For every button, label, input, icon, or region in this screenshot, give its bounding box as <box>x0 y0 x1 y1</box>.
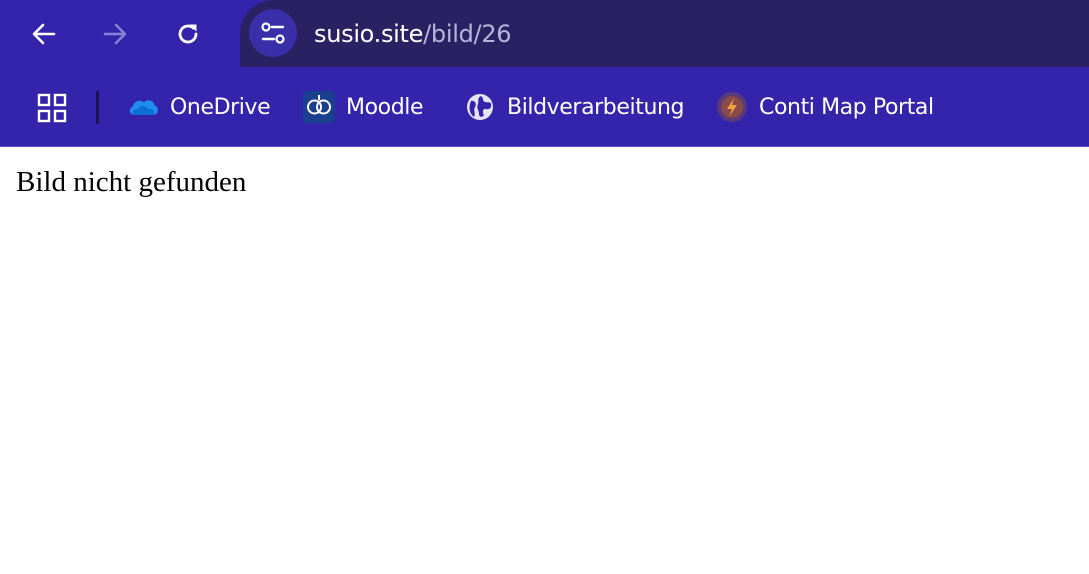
apps-grid-icon <box>37 93 67 123</box>
bookmark-onedrive[interactable]: OneDrive <box>126 89 271 125</box>
back-button[interactable] <box>22 12 66 56</box>
browser-toolbar: susio.site/bild/26 <box>0 0 1089 67</box>
bookmark-conti-map-portal[interactable]: Conti Map Portal <box>715 89 934 125</box>
url-host: susio.site <box>314 20 424 48</box>
arrow-right-icon <box>103 23 127 45</box>
bookmark-label: Conti Map Portal <box>759 94 934 120</box>
onedrive-icon <box>126 90 160 124</box>
arrow-left-icon <box>32 23 56 45</box>
bookmarks-divider <box>96 91 99 124</box>
bookmark-label: Bildverarbeitung <box>507 94 685 120</box>
bookmark-label: OneDrive <box>170 94 271 120</box>
reload-button[interactable] <box>166 12 210 56</box>
bookmark-bildverarbeitung[interactable]: Bildverarbeitung <box>463 89 685 125</box>
moodle-icon <box>302 90 336 124</box>
reload-icon <box>178 24 198 44</box>
address-bar[interactable]: susio.site/bild/26 <box>240 0 1089 67</box>
url-text[interactable]: susio.site/bild/26 <box>314 18 512 50</box>
conti-map-icon <box>715 90 749 124</box>
forward-button[interactable] <box>93 12 137 56</box>
globe-icon <box>463 90 497 124</box>
page-message: Bild nicht gefunden <box>16 166 247 198</box>
bookmark-moodle[interactable]: Moodle <box>302 89 424 125</box>
bookmark-label: Moodle <box>346 94 424 120</box>
site-info-button[interactable] <box>249 9 297 57</box>
apps-button[interactable] <box>37 93 67 128</box>
tune-icon <box>261 22 285 44</box>
url-path: /bild/26 <box>423 20 512 48</box>
